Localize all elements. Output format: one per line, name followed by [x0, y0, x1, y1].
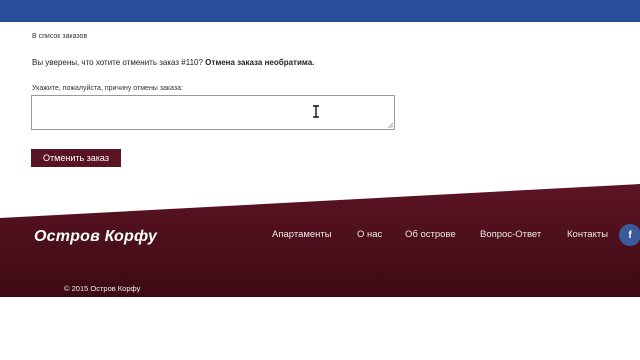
nav-contacts[interactable]: Контакты — [567, 229, 608, 240]
nav-faq[interactable]: Вопрос-Ответ — [480, 229, 541, 240]
nav-island[interactable]: Об острове — [405, 229, 456, 240]
nav-apartments[interactable]: Апартаменты — [272, 229, 332, 240]
facebook-icon[interactable]: f — [619, 224, 640, 246]
footer-brand[interactable]: Остров Корфу — [34, 228, 157, 246]
nav-about[interactable]: О нас — [357, 229, 382, 240]
copyright-text: © 2015 Остров Корфу — [64, 284, 141, 293]
footer-nav: Апартаменты О нас Об острове Вопрос-Отве… — [272, 229, 640, 243]
footer-background — [0, 184, 640, 297]
